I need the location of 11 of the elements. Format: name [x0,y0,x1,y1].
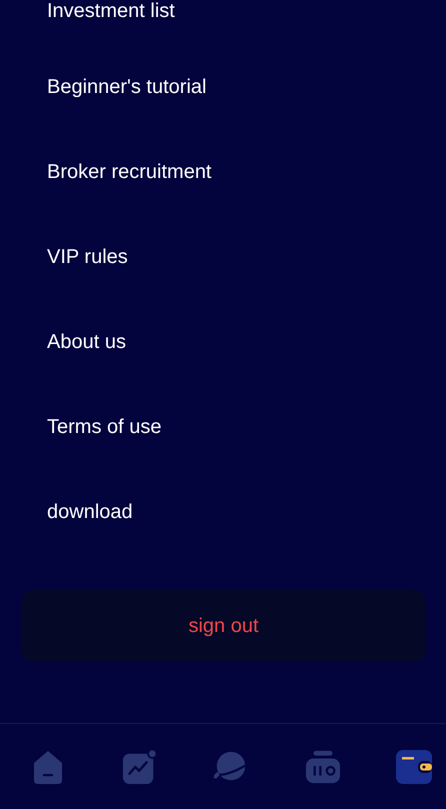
menu-item[interactable]: download [47,501,133,524]
menu-item[interactable]: About us [47,331,126,354]
menu-item[interactable]: Investment list [47,0,175,23]
sign-out-button[interactable]: sign out [22,590,425,662]
radio-icon[interactable] [304,748,340,784]
menu-item[interactable]: Beginner's tutorial [47,76,206,99]
chart-icon[interactable] [122,748,158,784]
menu-item[interactable]: VIP rules [47,246,128,269]
wallet-icon[interactable] [396,748,432,784]
menu-item[interactable]: Broker recruitment [47,161,212,184]
menu-item[interactable]: Terms of use [47,416,162,439]
